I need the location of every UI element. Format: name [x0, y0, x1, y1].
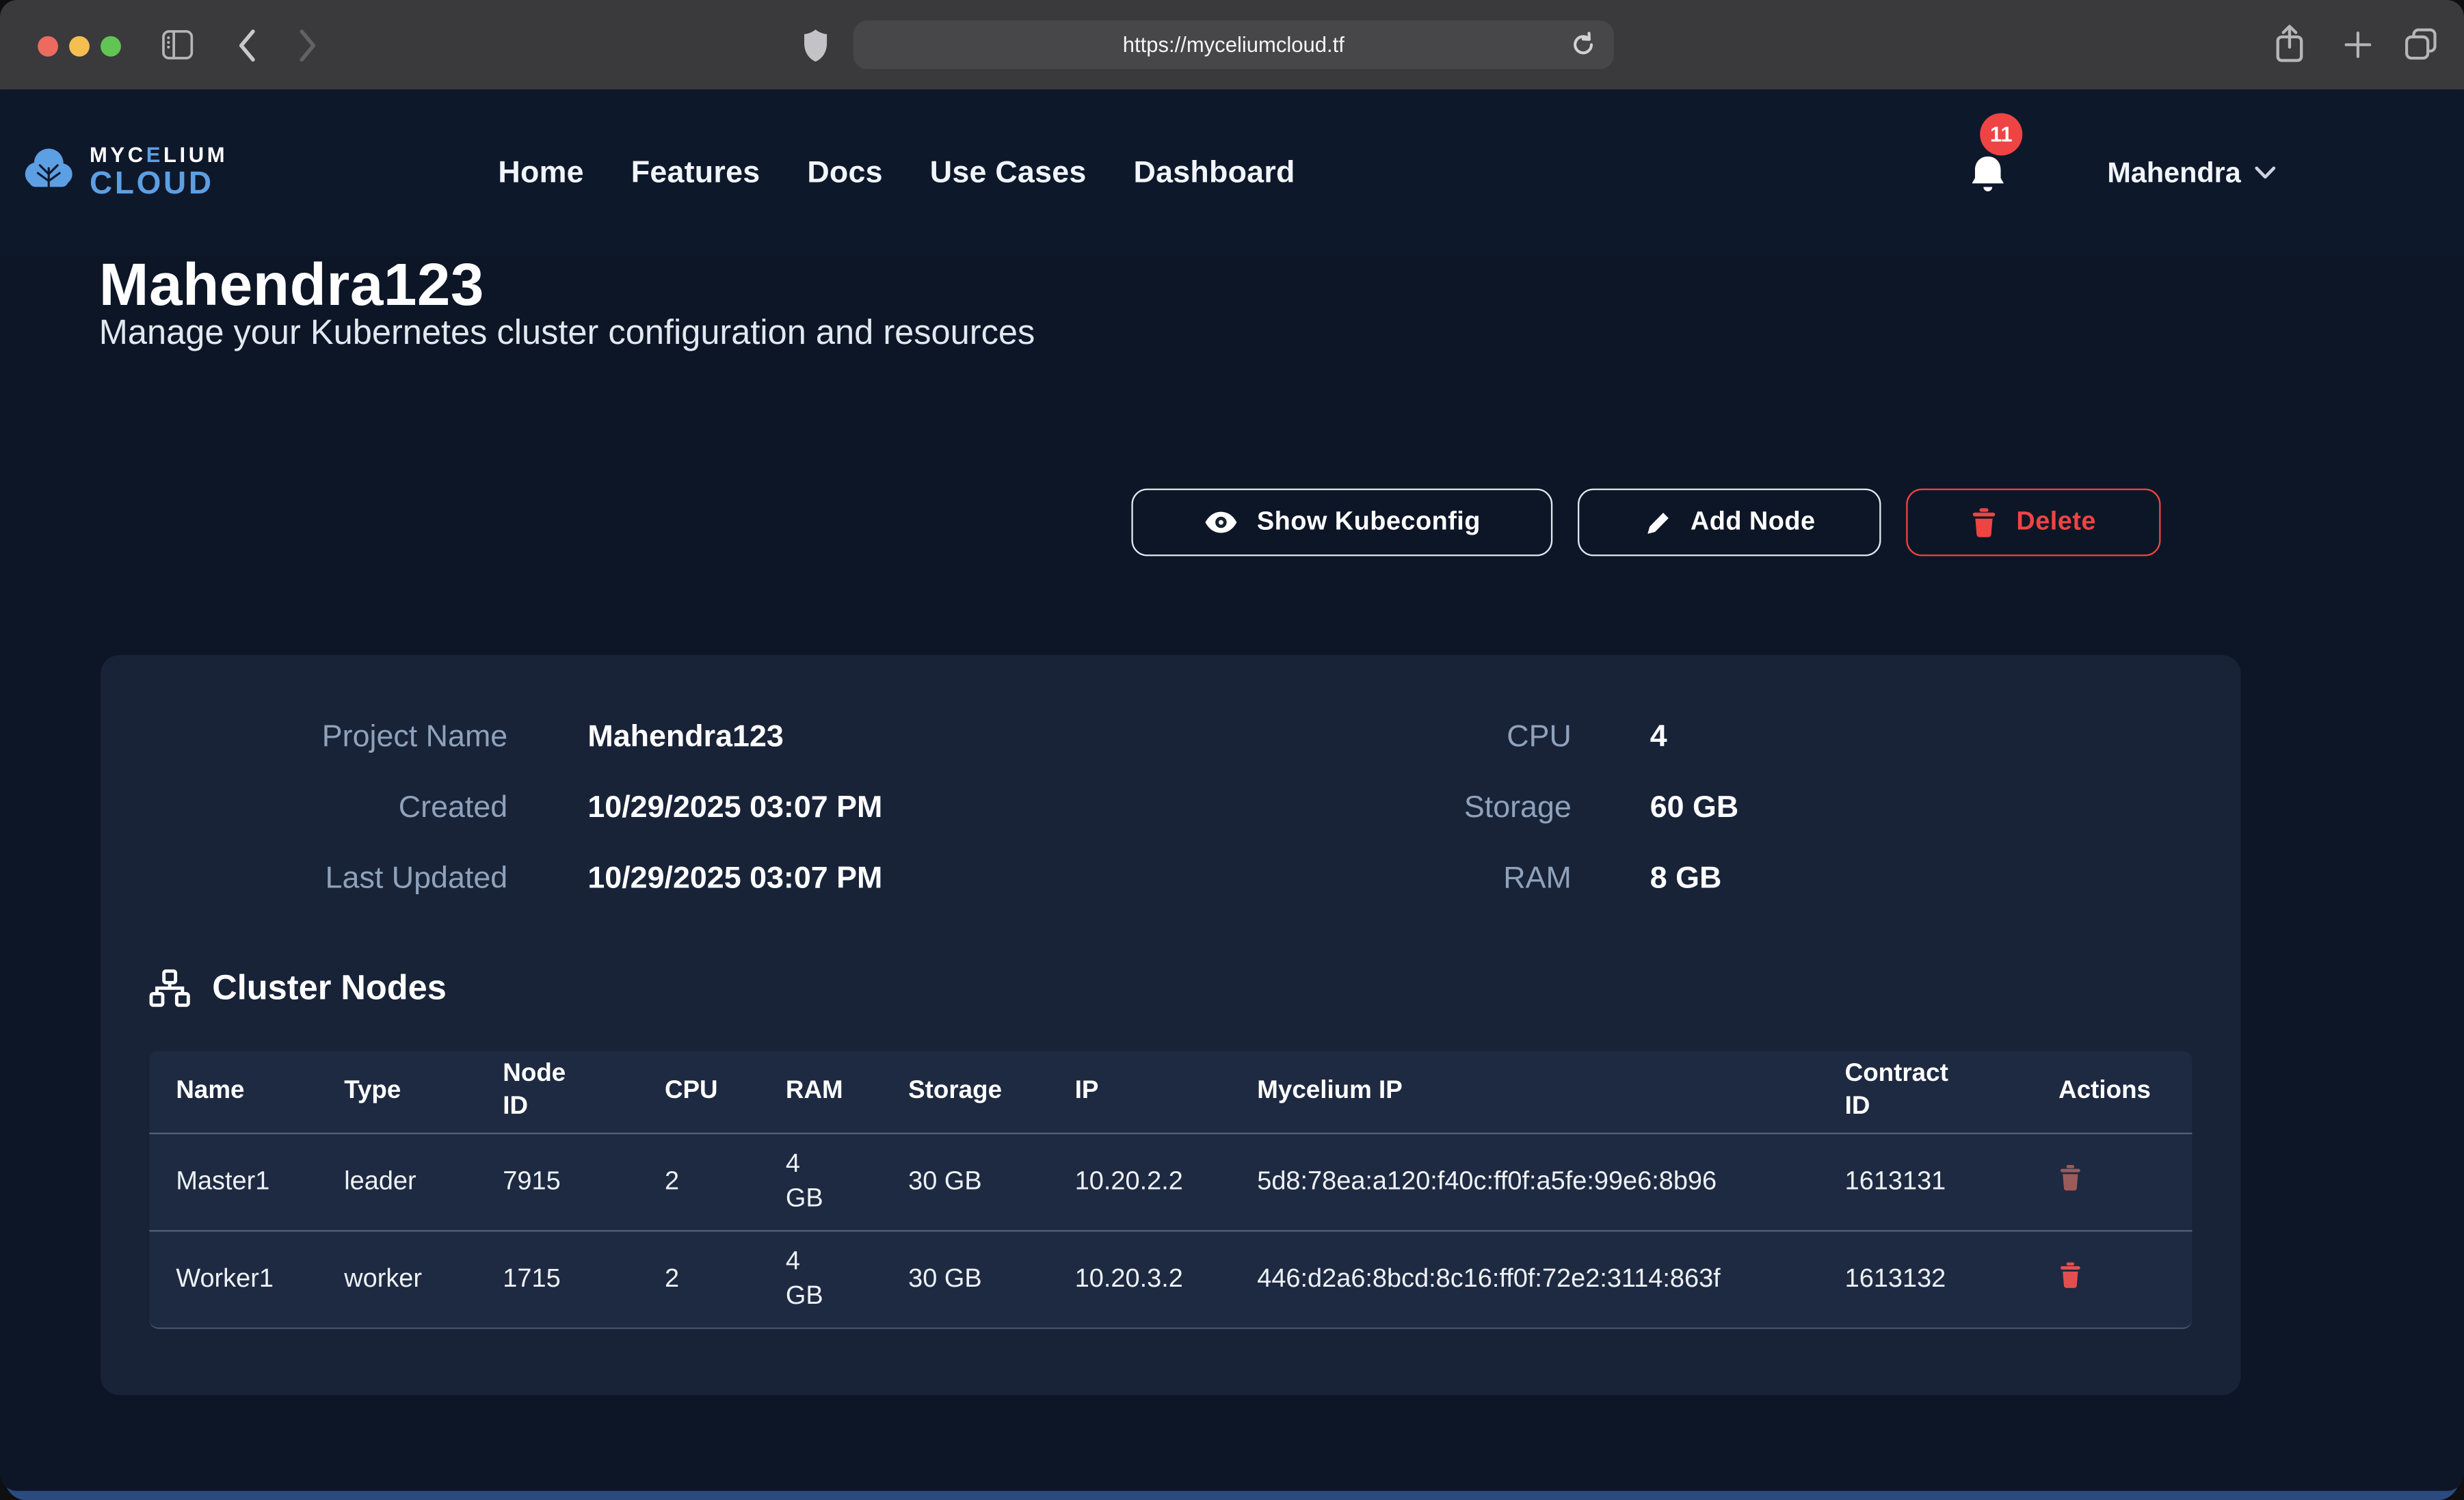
address-bar[interactable]: https://myceliumcloud.tf	[853, 21, 1614, 69]
page-subtitle: Manage your Kubernetes cluster configura…	[99, 312, 1035, 353]
cell-node-id: 7915	[476, 1165, 638, 1198]
notification-badge: 11	[1980, 113, 2022, 155]
nav-dashboard[interactable]: Dashboard	[1133, 155, 1295, 191]
tab-overview-icon[interactable]	[2405, 28, 2437, 59]
col-ram: RAM	[759, 1075, 882, 1108]
cluster-info-grid: Project Name Mahendra123 CPU 4 Created 1…	[101, 655, 2241, 914]
info-label-ram: RAM	[1178, 844, 1571, 914]
cell-mycelium-ip: 446:d2a6:8bcd:8c16:ff0f:72e2:3114:863f	[1230, 1261, 1818, 1298]
new-tab-icon[interactable]	[2344, 31, 2371, 58]
traffic-light-close[interactable]	[38, 36, 58, 57]
col-node-id: Node ID	[476, 1059, 638, 1125]
bell-icon	[1968, 154, 2009, 198]
browser-toolbar: https://myceliumcloud.tf	[0, 0, 2464, 90]
col-cpu: CPU	[638, 1075, 759, 1108]
cell-cpu: 2	[638, 1165, 759, 1198]
user-name: Mahendra	[2107, 157, 2240, 189]
show-kubeconfig-button[interactable]: Show Kubeconfig	[1131, 489, 1552, 557]
main-nav: Home Features Docs Use Cases Dashboard	[498, 90, 1295, 256]
col-storage: Storage	[882, 1075, 1048, 1108]
add-node-button[interactable]: Add Node	[1578, 489, 1881, 557]
url-text: https://myceliumcloud.tf	[1123, 33, 1344, 56]
cell-name: Master1	[149, 1165, 317, 1198]
col-actions: Actions	[2032, 1075, 2192, 1108]
cluster-actions: Show Kubeconfig Add Node	[1131, 489, 2160, 557]
cluster-nodes-icon	[149, 969, 190, 1007]
cell-cpu: 2	[638, 1263, 759, 1296]
privacy-shield-icon[interactable]	[803, 28, 828, 63]
cell-mycelium-ip: 5d8:78ea:a120:f40c:ff0f:a5fe:99e6:8b96	[1230, 1164, 1818, 1201]
user-menu[interactable]: Mahendra	[2107, 90, 2275, 256]
info-label-created: Created	[101, 773, 507, 844]
cell-storage: 30 GB	[882, 1165, 1048, 1198]
cell-contract-id: 1613132	[1818, 1263, 2032, 1296]
cell-contract-id: 1613131	[1818, 1165, 2032, 1198]
delete-node-button[interactable]	[2058, 1164, 2082, 1190]
info-value-created: 10/29/2025 03:07 PM	[507, 773, 1178, 844]
cell-type: leader	[317, 1165, 476, 1198]
table-row: Master1 leader 7915 2 4 GB 30 GB 10.20.2…	[149, 1133, 2192, 1230]
info-label-last-updated: Last Updated	[101, 844, 507, 914]
cell-name: Worker1	[149, 1263, 317, 1296]
brand-wordmark: MYCELIUM CLOUD	[90, 145, 228, 201]
cell-ip: 10.20.3.2	[1048, 1263, 1231, 1296]
nav-docs[interactable]: Docs	[807, 155, 883, 191]
info-label-project-name: Project Name	[101, 702, 507, 773]
notifications-button[interactable]: 11	[1968, 113, 2034, 210]
reload-icon[interactable]	[1570, 31, 1597, 58]
app-header: MYCELIUM CLOUD Home Features Docs Use Ca…	[0, 90, 2464, 256]
browser-window: https://myceliumcloud.tf	[0, 0, 2464, 1491]
info-value-last-updated: 10/29/2025 03:07 PM	[507, 844, 1178, 914]
traffic-light-zoom[interactable]	[101, 36, 121, 57]
sidebar-toggle-icon[interactable]	[162, 30, 194, 60]
info-label-storage: Storage	[1178, 773, 1571, 844]
pencil-icon	[1643, 508, 1671, 536]
nav-home[interactable]: Home	[498, 155, 583, 191]
cell-storage: 30 GB	[882, 1263, 1048, 1296]
chevron-down-icon	[2255, 167, 2275, 179]
page-title: Mahendra123	[99, 254, 484, 321]
cell-ram: 4 GB	[759, 1246, 882, 1313]
cell-type: worker	[317, 1263, 476, 1296]
cell-node-id: 1715	[476, 1263, 638, 1296]
info-label-cpu: CPU	[1178, 702, 1571, 773]
col-contract-id: Contract ID	[1818, 1059, 2032, 1125]
cell-actions	[2032, 1164, 2192, 1201]
trash-icon	[1971, 507, 1998, 537]
cell-ip: 10.20.2.2	[1048, 1165, 1231, 1198]
table-header-row: Name Type Node ID CPU RAM Storage IP Myc…	[149, 1051, 2192, 1132]
page-content: Mahendra123 Manage your Kubernetes clust…	[0, 90, 2464, 1491]
back-icon[interactable]	[237, 28, 256, 63]
info-value-ram: 8 GB	[1572, 844, 2241, 914]
cluster-nodes-heading: Cluster Nodes	[149, 967, 2240, 1008]
col-ip: IP	[1048, 1075, 1231, 1108]
col-mycelium-ip: Mycelium IP	[1230, 1075, 1818, 1108]
cell-ram: 4 GB	[759, 1149, 882, 1216]
col-name: Name	[149, 1075, 317, 1108]
col-type: Type	[317, 1075, 476, 1108]
screen: https://myceliumcloud.tf	[0, 0, 2464, 1500]
cluster-nodes-table: Name Type Node ID CPU RAM Storage IP Myc…	[149, 1051, 2192, 1329]
cell-actions	[2032, 1261, 2192, 1298]
info-value-cpu: 4	[1572, 702, 2241, 773]
delete-node-button[interactable]	[2058, 1261, 2082, 1288]
traffic-light-minimize[interactable]	[69, 36, 90, 57]
share-icon[interactable]	[2274, 23, 2305, 64]
mycelium-logo-icon	[22, 146, 75, 200]
forward-icon[interactable]	[299, 28, 318, 63]
cluster-details-card: Project Name Mahendra123 CPU 4 Created 1…	[101, 655, 2241, 1395]
eye-icon	[1204, 511, 1238, 534]
brand-logo[interactable]: MYCELIUM CLOUD	[22, 145, 228, 201]
table-row: Worker1 worker 1715 2 4 GB 30 GB 10.20.3…	[149, 1230, 2192, 1327]
delete-cluster-button[interactable]: Delete	[1906, 489, 2160, 557]
info-value-project-name: Mahendra123	[507, 702, 1178, 773]
nav-features[interactable]: Features	[631, 155, 760, 191]
info-value-storage: 60 GB	[1572, 773, 2241, 844]
nav-use-cases[interactable]: Use Cases	[930, 155, 1087, 191]
